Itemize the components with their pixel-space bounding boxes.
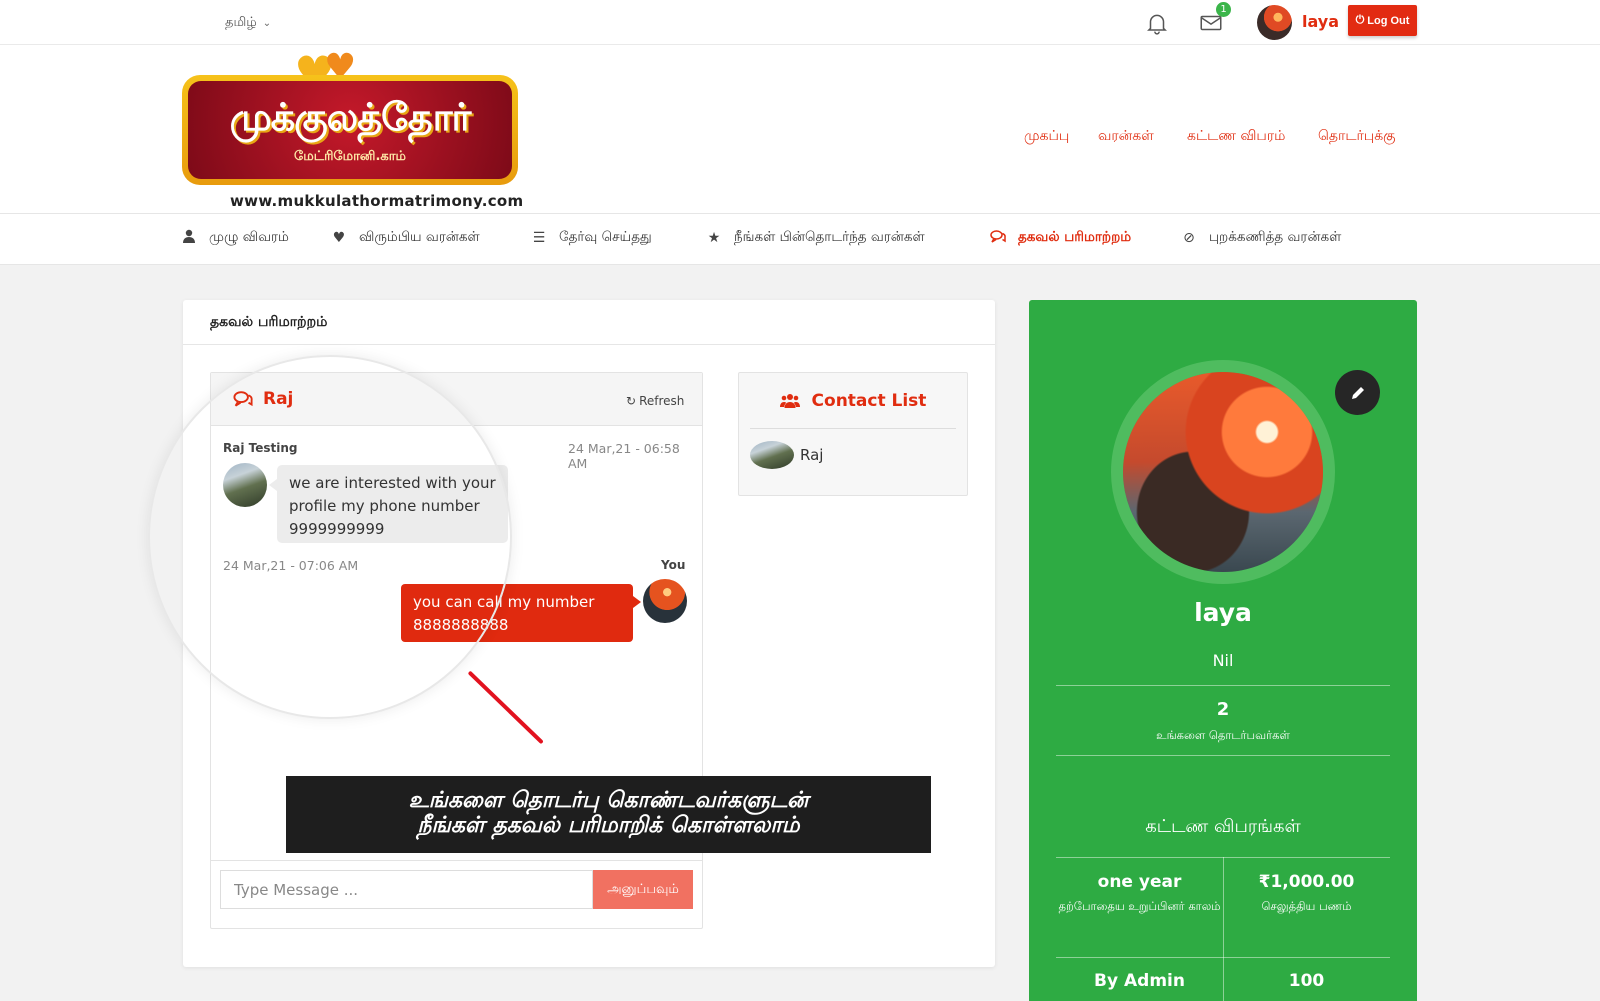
avatar [750,441,794,469]
contact-list-header: Contact List [750,373,956,429]
edit-profile-button[interactable] [1335,370,1380,415]
profile-name: laya [1194,598,1252,627]
subnav-ignored[interactable]: ⊘ புறக்கணித்த வரன்கள் [1181,229,1341,247]
profile-subnav: முழு விவரம் ♥ விரும்பிய வரன்கள் ☰ தேர்வு… [0,213,1600,265]
user-icon [181,229,197,247]
logout-button[interactable]: ⏻ Log Out [1348,5,1417,36]
contacts-count-label: உங்களை தொடர்பவர்கள் [1156,728,1290,742]
contacts-count: 2 [1216,699,1230,720]
site-header: ♥ ♥ முக்குலத்தோர் மேட்ரிமோனி.காம் www.mu… [0,45,1600,213]
outgoing-message: you can call my number 8888888888 [401,584,641,642]
plan-amount-label: செலுத்திய பணம் [1261,899,1352,913]
subnav-label: புறக்கணித்த வரன்கள் [1209,229,1342,245]
logo-url: www.mukkulathormatrimony.com [230,192,524,210]
divider [1056,685,1390,686]
user-avatar[interactable] [1257,5,1292,40]
divider [183,344,995,345]
contact-list-title: Contact List [811,390,927,411]
plan-duration-label: தற்போதைய உறுப்பினர் காலம் [1058,899,1221,913]
power-icon: ⏻ [1355,14,1365,26]
contact-item[interactable]: Raj [750,441,823,469]
send-button[interactable]: அனுப்பவும் [593,870,693,909]
subnav-label: முழு விவரம் [209,229,289,245]
plan-count: 100 [1223,971,1390,991]
username-link[interactable]: laya [1302,12,1339,31]
site-logo[interactable]: ♥ ♥ முக்குலத்தோர் மேட்ரிமோனி.காம் www.mu… [182,50,524,210]
callout-line-1: உங்களை தொடர்பு கொண்டவர்களுடன் [408,788,809,813]
list-icon: ☰ [532,230,546,246]
logo-inner: முக்குலத்தோர் மேட்ரிமோனி.காம் [188,81,512,179]
contact-list-panel: Contact List Raj [738,372,968,496]
refresh-button[interactable]: ↻ Refresh [626,394,684,408]
message-input-row: அனுப்பவும் [211,860,702,928]
avatar [223,463,267,507]
logo-title: முக்குலத்தோர் [229,95,472,139]
subnav-label: தகவல் பரிமாற்றம் [1018,229,1132,245]
message-input[interactable] [220,870,593,909]
outgoing-time: 24 Mar,21 - 07:06 AM [223,558,359,573]
ban-icon: ⊘ [1183,230,1195,246]
subnav-shortlisted[interactable]: ☰ தேர்வு செய்தது [531,229,652,247]
plan-duration-value: one year [1097,872,1182,892]
profile-photo [1123,372,1323,572]
refresh-label: Refresh [639,394,685,408]
profile-status: Nil [1212,651,1234,670]
subnav-liked-matches[interactable]: ♥ விரும்பிய வரன்கள் [331,229,480,247]
incoming-sender: Raj Testing [223,441,298,455]
plan-by: By Admin [1056,971,1223,991]
subnav-messages[interactable]: தகவல் பரிமாற்றம் [990,229,1131,247]
outgoing-sender: You [661,558,686,572]
mail-count-badge: 1 [1216,2,1231,17]
chevron-down-icon: ⌄ [262,17,272,29]
subnav-label: நீங்கள் பின்தொடர்ந்த வரன்கள் [734,229,925,245]
nav-payment[interactable]: கட்டண விபரம் [1187,128,1285,146]
avatar [643,579,687,623]
incoming-message: we are interested with your profile my p… [269,465,508,543]
chat-contact-name: Raj [263,389,294,409]
pencil-icon [1351,386,1364,399]
users-icon [779,393,800,408]
divider [1056,755,1390,756]
plan-details-title: கட்டண விபரங்கள் [1145,816,1301,837]
nav-contact[interactable]: தொடர்புக்கு [1318,128,1396,146]
subnav-label: விரும்பிய வரன்கள் [359,229,480,245]
annotation-callout: உங்களை தொடர்பு கொண்டவர்களுடன் நீங்கள் தக… [286,776,931,853]
card-title: தகவல் பரிமாற்றம் [210,314,328,330]
callout-line-2: நீங்கள் தகவல் பரிமாறிக் கொள்ளலாம் [417,813,800,838]
messages-card: தகவல் பரிமாற்றம் Raj ↻ Refresh Raj Testi… [183,300,995,967]
subnav-followed[interactable]: ★ நீங்கள் பின்தொடர்ந்த வரன்கள் [706,229,925,247]
chat-icon [233,391,253,407]
star-icon: ★ [707,230,721,246]
plan-by-value: By Admin [1094,971,1185,991]
heart-icon: ♥ [332,230,346,246]
nav-matches[interactable]: வரன்கள் [1098,128,1154,146]
subnav-full-details[interactable]: முழு விவரம் [181,229,289,247]
incoming-time: 24 Mar,21 - 06:58 AM [568,441,680,471]
logout-label: Log Out [1367,14,1410,27]
logo-badge: முக்குலத்தோர் மேட்ரிமோனி.காம் [182,75,518,185]
refresh-icon: ↻ [626,394,637,408]
subnav-label: தேர்வு செய்தது [559,229,652,245]
language-label: தமிழ் [225,15,257,30]
chat-header: Raj ↻ Refresh [211,373,702,426]
contact-name: Raj [800,446,824,464]
bell-icon[interactable] [1144,10,1170,36]
language-selector[interactable]: தமிழ் ⌄ [225,15,271,31]
profile-panel: laya Nil 2 உங்களை தொடர்பவர்கள் கட்டண விப… [1029,300,1417,1001]
nav-home[interactable]: முகப்பு [1024,128,1069,146]
plan-duration: one year தற்போதைய உறுப்பினர் காலம் [1056,872,1223,916]
plan-count-value: 100 [1288,971,1325,991]
plan-amount: ₹1,000.00 செலுத்திய பணம் [1223,872,1390,916]
logo-subtitle: மேட்ரிமோனி.காம் [294,149,406,164]
plan-amount-value: ₹1,000.00 [1258,872,1355,892]
top-bar: தமிழ் ⌄ 1 laya ⏻ Log Out [0,0,1600,45]
chat-icon [990,229,1006,247]
